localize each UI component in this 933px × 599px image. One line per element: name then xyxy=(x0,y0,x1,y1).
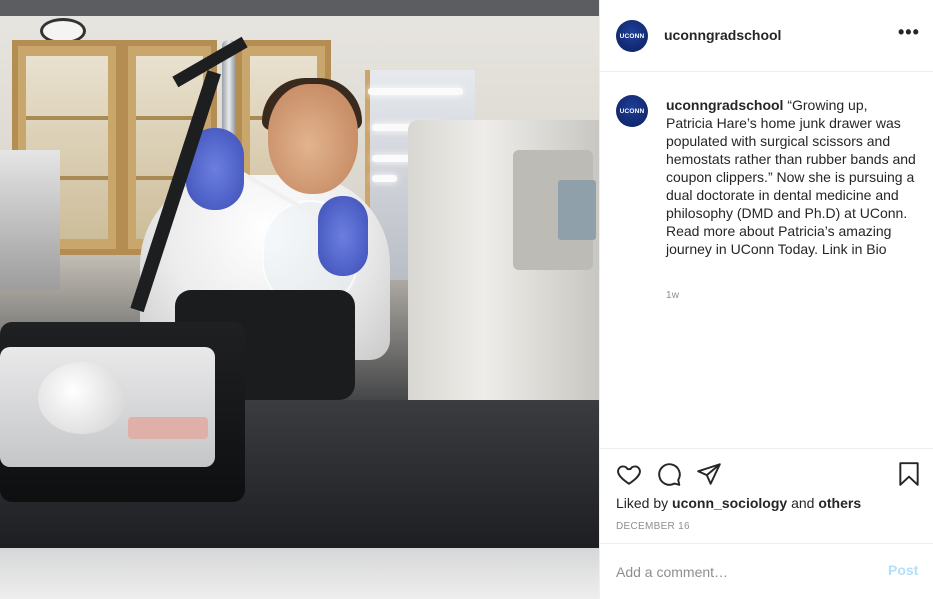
comment-icon[interactable] xyxy=(656,461,682,487)
researcher-face xyxy=(268,84,358,194)
more-options-icon[interactable]: ••• xyxy=(898,22,920,43)
ceiling-light xyxy=(368,88,463,95)
likes-summary: Liked by uconn_sociology and others xyxy=(616,495,861,511)
author-username[interactable]: uconngradschool xyxy=(664,27,781,43)
likes-joiner: and xyxy=(791,495,815,511)
bench-edge xyxy=(0,548,599,599)
likes-prefix: Liked by xyxy=(616,495,669,511)
caption: uconngradschool “Growing up, Patricia Ha… xyxy=(666,96,916,258)
blue-glove-right xyxy=(318,196,368,276)
author-avatar[interactable]: UCONN xyxy=(616,20,648,52)
likes-others-link[interactable]: others xyxy=(818,495,861,511)
post-comment-button[interactable]: Post xyxy=(888,562,918,578)
avatar-logo-text: UCONN xyxy=(619,107,645,115)
heart-icon[interactable] xyxy=(616,461,642,487)
post-image[interactable] xyxy=(0,0,599,599)
comment-input[interactable] xyxy=(616,562,876,582)
comment-bar: Post xyxy=(600,543,933,599)
caption-text: “Growing up, Patricia Hare’s home junk d… xyxy=(666,97,916,257)
ceiling xyxy=(0,0,599,16)
tube-rack xyxy=(0,150,60,290)
post-sidebar: UCONN uconngradschool ••• UCONN uconngra… xyxy=(599,0,933,599)
avatar-logo-text: UCONN xyxy=(619,32,645,40)
actions-bar xyxy=(600,448,933,496)
ceiling-light xyxy=(372,155,412,162)
share-icon[interactable] xyxy=(696,461,722,487)
liker-username[interactable]: uconn_sociology xyxy=(672,495,787,511)
bookmark-icon[interactable] xyxy=(896,461,922,487)
ceiling-light xyxy=(372,175,397,182)
caption-username[interactable]: uconngradschool xyxy=(666,97,783,113)
post-time[interactable]: 1w xyxy=(666,290,679,301)
post-date[interactable]: DECEMBER 16 xyxy=(616,521,690,532)
caption-block: UCONN uconngradschool “Growing up, Patri… xyxy=(600,72,933,448)
caption-avatar[interactable]: UCONN xyxy=(616,95,648,127)
stirrer-device xyxy=(0,322,245,502)
post-header: UCONN uconngradschool ••• xyxy=(600,0,933,72)
